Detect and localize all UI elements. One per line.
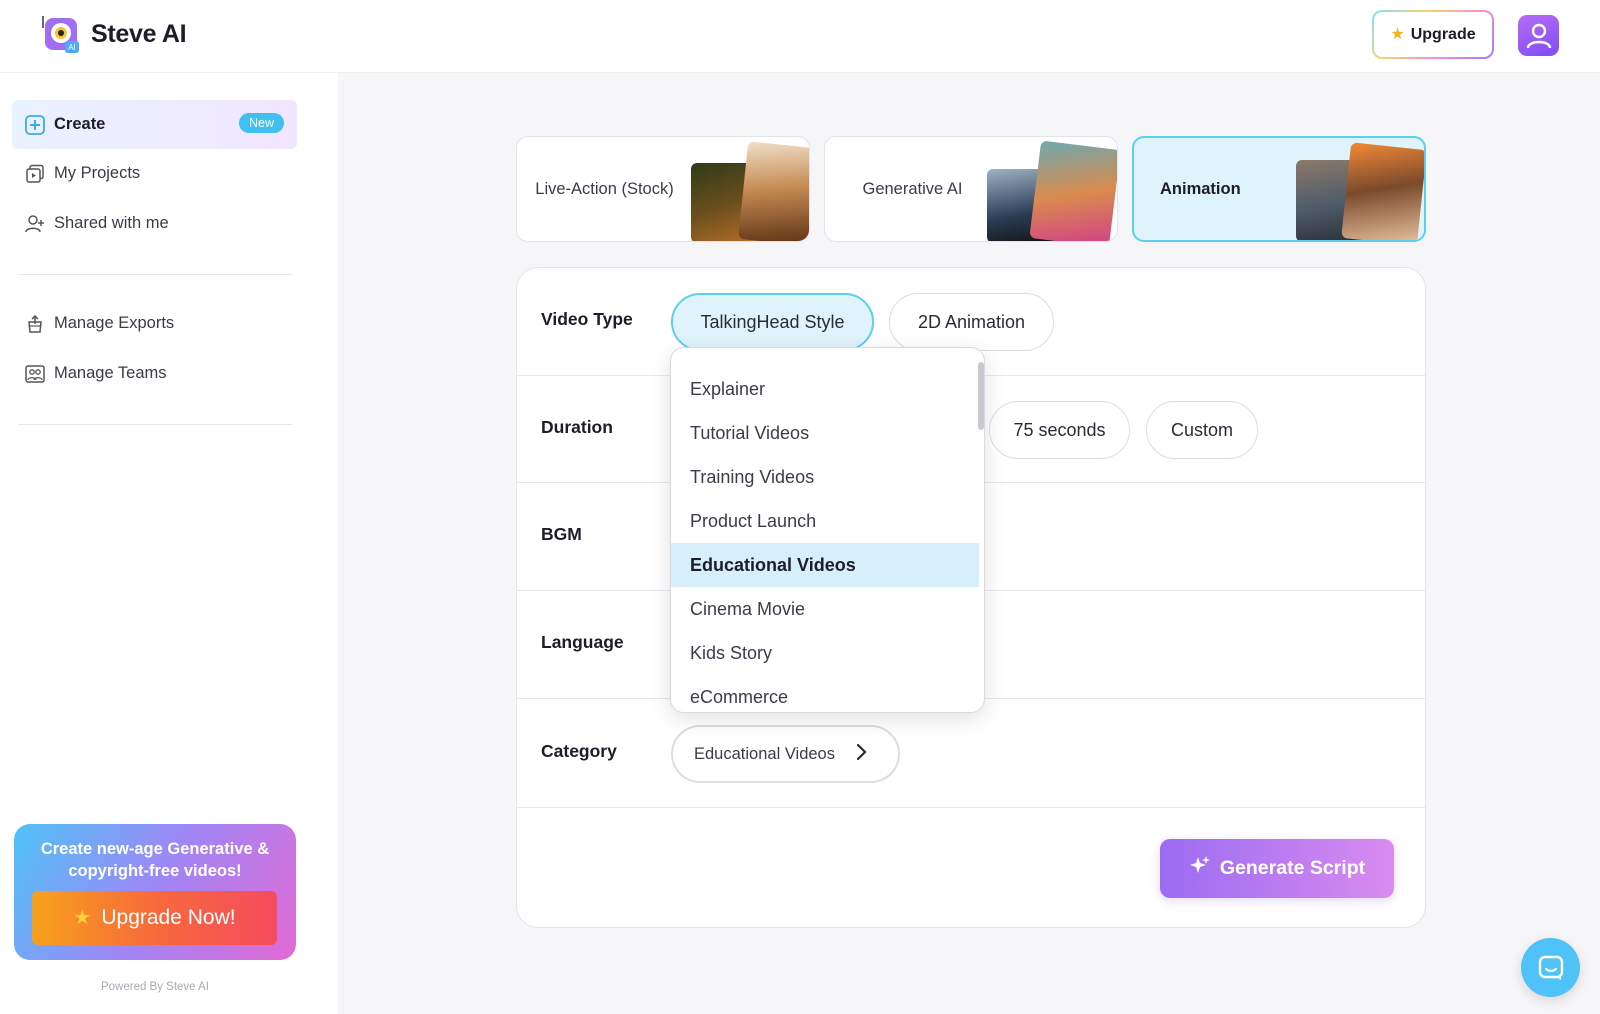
sidebar-item-create[interactable]: Create New	[12, 100, 297, 149]
upgrade-promo-card: Create new-age Generative & copyright-fr…	[14, 824, 296, 960]
sidebar-item-label: Manage Exports	[54, 314, 175, 332]
label-bgm: BGM	[541, 524, 582, 544]
category-select[interactable]: Educational Videos	[671, 725, 900, 783]
type-card-label: Live-Action (Stock)	[535, 180, 674, 198]
dropdown-item-educational-videos[interactable]: Educational Videos	[671, 543, 979, 587]
top-bar: AI Steve AI ★ Upgrade	[0, 0, 1600, 73]
steve-ai-logo-icon: AI	[41, 14, 81, 54]
type-card-animation[interactable]: Animation	[1132, 136, 1426, 242]
generate-script-button[interactable]: Generate Script	[1160, 839, 1394, 898]
category-value: Educational Videos	[694, 744, 835, 763]
dropdown-item-tutorial-videos[interactable]: Tutorial Videos	[671, 411, 979, 455]
dropdown-item-training-videos[interactable]: Training Videos	[671, 455, 979, 499]
chevron-right-icon	[855, 743, 867, 766]
sidebar-item-my-projects[interactable]: My Projects	[12, 149, 297, 198]
powered-by-text: Powered By Steve AI	[100, 981, 210, 993]
star-icon: ★	[1390, 25, 1405, 43]
svg-text:AI: AI	[68, 43, 76, 52]
export-icon	[25, 314, 45, 334]
sidebar-divider	[18, 424, 292, 425]
team-icon	[25, 364, 45, 384]
option-talkinghead-style[interactable]: TalkingHead Style	[671, 293, 874, 351]
animated-woman-image	[1341, 142, 1424, 240]
sidebar-item-manage-exports[interactable]: Manage Exports	[12, 299, 297, 348]
stock-photo-front-image	[738, 141, 809, 241]
chat-icon	[1538, 955, 1563, 980]
type-card-label: Animation	[1160, 180, 1241, 198]
type-card-label: Generative AI	[862, 180, 963, 198]
upgrade-now-button[interactable]: ★ Upgrade Now!	[32, 891, 277, 945]
dropdown-item-explainer[interactable]: Explainer	[671, 367, 979, 411]
chat-button[interactable]	[1521, 938, 1580, 997]
plus-square-icon	[25, 114, 45, 135]
dropdown-item-kids-story[interactable]: Kids Story	[671, 631, 979, 675]
dropdown-scrollbar[interactable]	[978, 362, 984, 430]
star-icon: ★	[73, 907, 92, 929]
option-2d-animation[interactable]: 2D Animation	[889, 293, 1054, 351]
sidebar-item-manage-teams[interactable]: Manage Teams	[12, 349, 297, 398]
label-duration: Duration	[541, 417, 613, 437]
option-75-seconds[interactable]: 75 seconds	[989, 401, 1130, 459]
sidebar-divider	[18, 274, 292, 275]
cat-rider-image	[1029, 140, 1117, 241]
sidebar-item-label: Create	[54, 115, 106, 133]
upgrade-label: Upgrade	[1410, 25, 1476, 43]
user-icon	[1526, 23, 1551, 48]
app-logo[interactable]: AI Steve AI	[41, 14, 187, 54]
label-video-type: Video Type	[541, 309, 633, 329]
sidebar-item-label: Shared with me	[54, 214, 169, 232]
row-divider	[517, 807, 1425, 808]
app-name: Steve AI	[91, 19, 187, 48]
type-card-generative-ai[interactable]: Generative AI	[824, 136, 1118, 242]
upgrade-button[interactable]: ★ Upgrade	[1372, 10, 1494, 59]
label-language: Language	[541, 632, 624, 652]
dropdown-item-ecommerce[interactable]: eCommerce	[671, 675, 979, 712]
label-category: Category	[541, 741, 617, 761]
option-custom-duration[interactable]: Custom	[1146, 401, 1258, 459]
projects-icon	[25, 164, 45, 184]
type-card-live-action[interactable]: Live-Action (Stock)	[516, 136, 810, 242]
new-badge: New	[238, 113, 284, 133]
user-plus-icon	[25, 214, 45, 234]
dropdown-item-product-launch[interactable]: Product Launch	[671, 499, 979, 543]
sidebar-item-shared-with-me[interactable]: Shared with me	[12, 199, 297, 248]
user-avatar[interactable]	[1518, 15, 1559, 56]
dropdown-item-cinema-movie[interactable]: Cinema Movie	[671, 587, 979, 631]
generate-script-label: Generate Script	[1219, 857, 1366, 879]
upgrade-now-label: Upgrade Now!	[101, 906, 236, 929]
promo-text: Create new-age Generative & copyright-fr…	[40, 840, 270, 880]
sidebar-item-label: Manage Teams	[54, 364, 167, 382]
sparkle-icon	[1189, 855, 1211, 883]
category-dropdown[interactable]: Explainer Tutorial Videos Training Video…	[670, 347, 985, 713]
sidebar-item-label: My Projects	[54, 164, 141, 182]
